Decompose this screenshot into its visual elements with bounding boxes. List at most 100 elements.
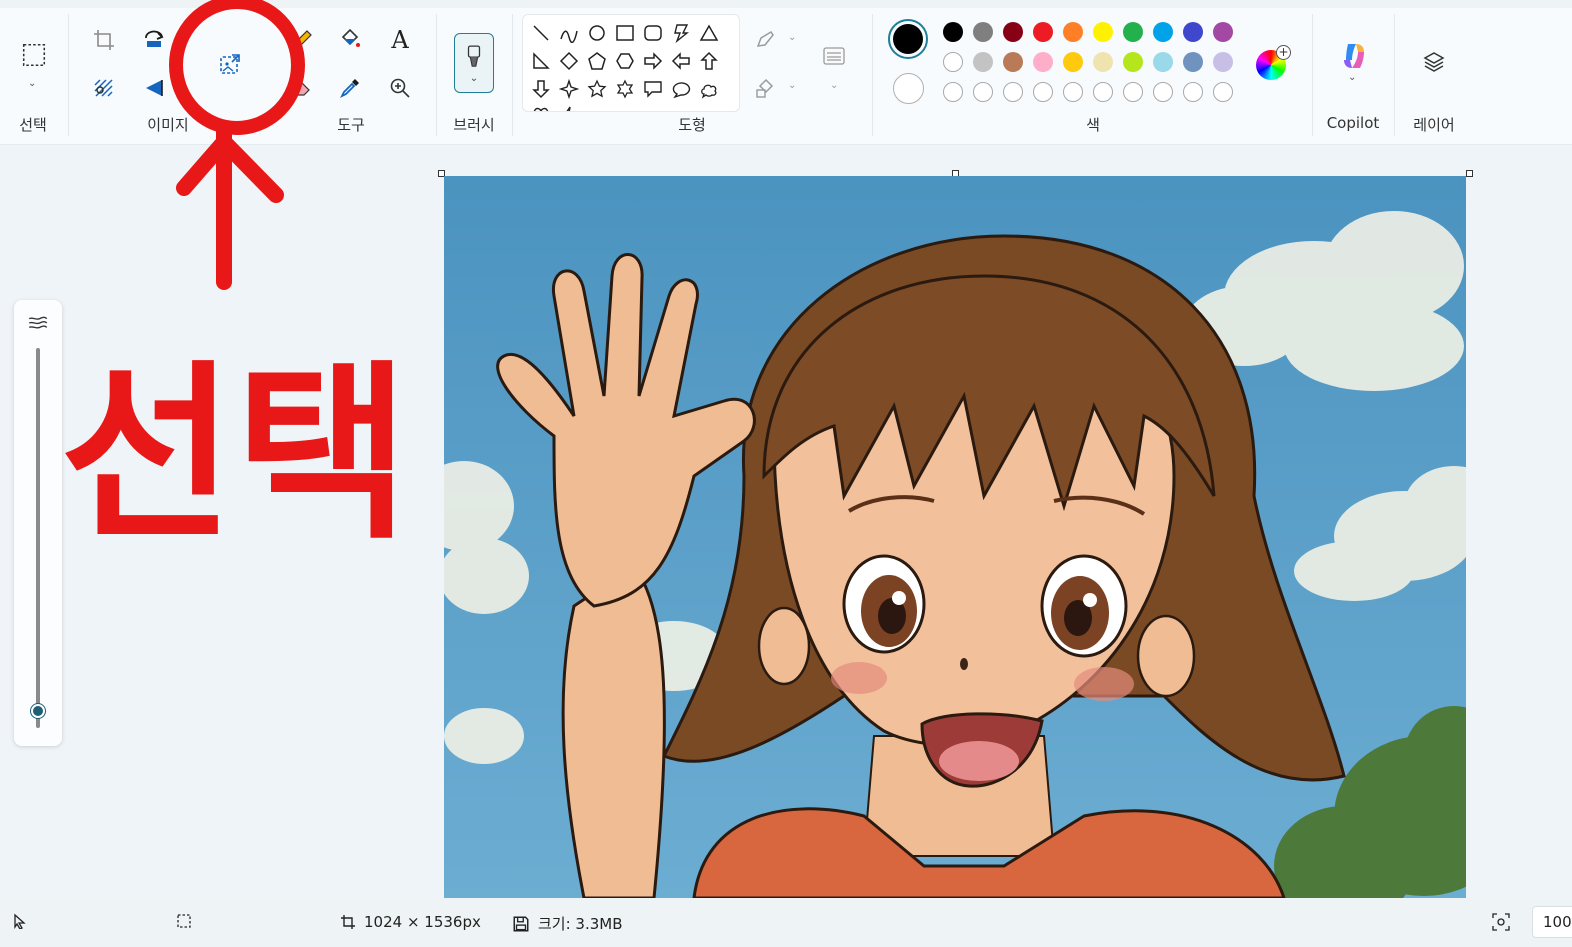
magnifier-button[interactable] xyxy=(384,72,416,104)
flip-button[interactable] xyxy=(138,72,170,104)
pencil-button[interactable] xyxy=(286,24,318,56)
palette-color-swatch[interactable] xyxy=(1153,52,1173,72)
shape-cloud-callout[interactable] xyxy=(697,77,721,101)
shape-down-arrow[interactable] xyxy=(529,77,553,101)
color-picker-button[interactable] xyxy=(334,72,366,104)
custom-color-slot[interactable] xyxy=(1123,82,1143,102)
fill-button[interactable] xyxy=(334,24,366,56)
shape-rect-callout[interactable] xyxy=(641,77,665,101)
line-width-icon xyxy=(823,47,845,65)
custom-color-slot[interactable] xyxy=(943,82,963,102)
shape-oval-callout[interactable] xyxy=(669,77,693,101)
shape-lightning[interactable] xyxy=(557,103,581,111)
pointer-arrow-head xyxy=(176,134,284,203)
custom-color-slot[interactable] xyxy=(1063,82,1083,102)
palette-color-swatch[interactable] xyxy=(1033,52,1053,72)
outline-style-button[interactable] xyxy=(750,24,782,56)
palette-color-swatch[interactable] xyxy=(973,52,993,72)
eyedropper-icon xyxy=(339,79,359,99)
fill-style-button[interactable] xyxy=(750,72,782,104)
secondary-color[interactable] xyxy=(893,73,924,104)
text-button[interactable]: A xyxy=(384,24,416,56)
copilot-button[interactable] xyxy=(1336,38,1372,74)
shape-polygon[interactable] xyxy=(669,21,693,45)
rectangle-icon xyxy=(616,25,634,41)
shape-right-arrow[interactable] xyxy=(641,49,665,73)
four-point-star-icon xyxy=(559,79,579,99)
shape-hexagon[interactable] xyxy=(613,49,637,73)
chevron-down-icon[interactable]: ⌄ xyxy=(788,32,796,43)
fit-screen-icon xyxy=(1492,913,1510,931)
rectangle-select-button[interactable] xyxy=(17,38,51,72)
palette-color-swatch[interactable] xyxy=(1213,52,1233,72)
shape-curve[interactable] xyxy=(557,21,581,45)
layers-button[interactable] xyxy=(1418,46,1450,78)
palette-color-swatch[interactable] xyxy=(1063,22,1083,42)
shape-left-arrow[interactable] xyxy=(669,49,693,73)
custom-color-slot[interactable] xyxy=(1183,82,1203,102)
palette-color-swatch[interactable] xyxy=(973,22,993,42)
pointer-icon xyxy=(14,913,26,929)
fit-to-window-button[interactable] xyxy=(1492,913,1510,931)
palette-color-swatch[interactable] xyxy=(1213,22,1233,42)
custom-color-slot[interactable] xyxy=(973,82,993,102)
shape-oval[interactable] xyxy=(585,21,609,45)
canvas-image[interactable] xyxy=(444,176,1466,898)
palette-color-swatch[interactable] xyxy=(1063,52,1083,72)
palette-color-swatch[interactable] xyxy=(943,22,963,42)
remove-background-icon xyxy=(94,79,113,97)
file-size-text: 크기: 3.3MB xyxy=(538,915,623,933)
shape-triangle[interactable] xyxy=(697,21,721,45)
edit-colors-button[interactable]: + xyxy=(1256,45,1291,80)
rounded-rectangle-icon xyxy=(644,25,662,41)
eraser-button[interactable] xyxy=(286,72,318,104)
crop-button[interactable] xyxy=(88,24,120,56)
palette-color-swatch[interactable] xyxy=(1093,22,1113,42)
palette-color-swatch[interactable] xyxy=(1003,52,1023,72)
custom-color-slot[interactable] xyxy=(1093,82,1113,102)
resize-handle-top-right[interactable] xyxy=(1466,170,1473,177)
shape-rectangle[interactable] xyxy=(613,21,637,45)
palette-color-swatch[interactable] xyxy=(1033,22,1053,42)
custom-color-slot[interactable] xyxy=(1153,82,1173,102)
palette-color-swatch[interactable] xyxy=(1183,52,1203,72)
background-removal-button[interactable] xyxy=(88,72,120,104)
shape-fill-icon xyxy=(756,78,774,98)
palette-color-swatch[interactable] xyxy=(1093,52,1113,72)
brush-button[interactable]: ⌄ xyxy=(454,33,494,93)
palette-color-swatch[interactable] xyxy=(1003,22,1023,42)
shape-up-arrow[interactable] xyxy=(697,49,721,73)
shape-rounded-rectangle[interactable] xyxy=(641,21,665,45)
palette-color-swatch[interactable] xyxy=(1123,52,1143,72)
shape-four-point-star[interactable] xyxy=(557,77,581,101)
slider-track[interactable] xyxy=(36,348,40,728)
shape-right-triangle[interactable] xyxy=(529,49,553,73)
palette-color-swatch[interactable] xyxy=(1123,22,1143,42)
palette-color-swatch[interactable] xyxy=(1183,22,1203,42)
shape-heart[interactable] xyxy=(529,103,553,111)
rotate-button[interactable] xyxy=(138,24,170,56)
chevron-down-icon[interactable]: ⌄ xyxy=(28,78,36,89)
shape-line[interactable] xyxy=(529,21,553,45)
shape-diamond[interactable] xyxy=(557,49,581,73)
divider xyxy=(68,14,69,136)
oval-callout-icon xyxy=(672,82,691,99)
chevron-down-icon[interactable]: ⌄ xyxy=(176,32,184,43)
primary-color[interactable] xyxy=(888,19,928,59)
chevron-down-icon[interactable]: ⌄ xyxy=(1348,72,1356,83)
palette-color-swatch[interactable] xyxy=(943,52,963,72)
shape-six-point-star[interactable] xyxy=(613,77,637,101)
slider-thumb[interactable] xyxy=(31,704,45,718)
custom-color-slot[interactable] xyxy=(1213,82,1233,102)
size-button[interactable] xyxy=(818,40,850,72)
chevron-down-icon[interactable]: ⌄ xyxy=(788,80,796,91)
custom-color-slot[interactable] xyxy=(1003,82,1023,102)
shape-pentagon[interactable] xyxy=(585,49,609,73)
palette-color-swatch[interactable] xyxy=(1153,22,1173,42)
cloud-callout-icon xyxy=(701,84,717,99)
custom-color-slot[interactable] xyxy=(1033,82,1053,102)
zoom-level-input[interactable]: 100 xyxy=(1532,906,1572,938)
shape-five-point-star[interactable] xyxy=(585,77,609,101)
resize-image-button[interactable] xyxy=(214,48,246,80)
chevron-down-icon[interactable]: ⌄ xyxy=(830,80,838,91)
